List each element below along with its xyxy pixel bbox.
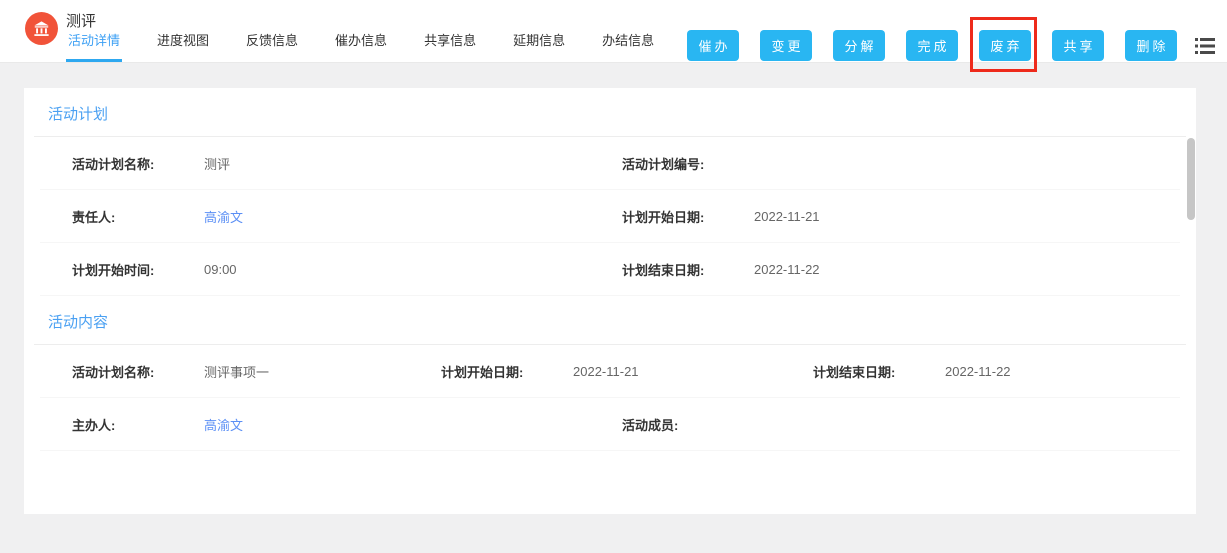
complete-button[interactable]: 完成 xyxy=(906,30,958,61)
field-label: 计划开始日期: xyxy=(622,209,705,225)
field-label: 主办人: xyxy=(72,417,116,433)
field-value: 2022-11-22 xyxy=(945,363,1011,379)
section-activity-content: 活动内容 活动计划名称: 测评事项一 计划开始日期: 2022-11-21 计划… xyxy=(24,296,1196,451)
tab-urge-info[interactable]: 催办信息 xyxy=(333,22,389,62)
tab-progress-view[interactable]: 进度视图 xyxy=(155,22,211,62)
app-logo xyxy=(25,12,58,45)
tab-activity-details[interactable]: 活动详情 xyxy=(66,22,123,62)
field-activity-plan-number: 活动计划编号: xyxy=(622,154,1180,173)
bank-icon xyxy=(34,21,49,36)
field-label: 活动计划编号: xyxy=(622,156,705,172)
tab-feedback-info[interactable]: 反馈信息 xyxy=(244,22,300,62)
person-link[interactable]: 高渝文 xyxy=(204,415,243,434)
section-title: 活动计划 xyxy=(34,88,1186,137)
detail-panel: 活动计划 活动计划名称: 测评 活动计划编号: 责任人: 高渝文 计划开始日期:… xyxy=(24,88,1196,514)
tab-share-info[interactable]: 共享信息 xyxy=(422,22,478,62)
field-plan-start-time: 计划开始时间: 09:00 xyxy=(72,260,622,279)
discard-button-wrapper: 废弃 xyxy=(970,17,1037,72)
change-button[interactable]: 变更 xyxy=(760,30,812,61)
field-label: 计划开始时间: xyxy=(72,262,155,278)
field-value: 测评事项一 xyxy=(204,364,270,380)
field-label: 活动计划名称: xyxy=(72,364,155,380)
field-label: 计划开始日期: xyxy=(441,364,524,380)
person-link[interactable]: 高渝文 xyxy=(204,207,243,226)
share-button[interactable]: 共享 xyxy=(1052,30,1104,61)
form-row: 活动计划名称: 测评 活动计划编号: xyxy=(40,137,1180,190)
field-label: 计划结束日期: xyxy=(813,364,896,380)
field-label: 活动计划名称: xyxy=(72,156,155,172)
field-activity-item-name: 活动计划名称: 测评事项一 xyxy=(72,362,441,381)
form-row: 责任人: 高渝文 计划开始日期: 2022-11-21 xyxy=(40,190,1180,243)
field-activity-members: 活动成员: xyxy=(622,415,1180,434)
form-row: 计划开始时间: 09:00 计划结束日期: 2022-11-22 xyxy=(40,243,1180,296)
field-organizer: 主办人: 高渝文 xyxy=(72,415,622,434)
list-menu-icon[interactable] xyxy=(1195,37,1215,55)
tab-delay-info[interactable]: 延期信息 xyxy=(511,22,567,62)
form-row: 主办人: 高渝文 活动成员: xyxy=(40,398,1180,451)
field-label: 活动成员: xyxy=(622,417,679,433)
field-plan-end-date: 计划结束日期: 2022-11-22 xyxy=(622,260,1180,279)
field-value: 09:00 xyxy=(204,261,237,277)
scrollbar-thumb[interactable] xyxy=(1187,138,1195,220)
form-row: 活动计划名称: 测评事项一 计划开始日期: 2022-11-21 计划结束日期:… xyxy=(40,345,1180,398)
field-item-start-date: 计划开始日期: 2022-11-21 xyxy=(441,362,813,381)
field-value: 2022-11-21 xyxy=(754,208,820,224)
tab-bar: 活动详情 进度视图 反馈信息 催办信息 共享信息 延期信息 办结信息 xyxy=(66,22,656,62)
field-value: 测评 xyxy=(204,156,231,172)
tab-completion-info[interactable]: 办结信息 xyxy=(600,22,656,62)
section-title: 活动内容 xyxy=(34,296,1186,345)
urge-button[interactable]: 催办 xyxy=(687,30,739,61)
field-label: 责任人: xyxy=(72,209,116,225)
header: 测评 活动详情 进度视图 反馈信息 催办信息 共享信息 延期信息 办结信息 催办… xyxy=(0,0,1227,72)
field-plan-start-date: 计划开始日期: 2022-11-21 xyxy=(622,207,1180,226)
field-item-end-date: 计划结束日期: 2022-11-22 xyxy=(813,362,1180,381)
field-label: 计划结束日期: xyxy=(622,262,705,278)
section-activity-plan: 活动计划 活动计划名称: 测评 活动计划编号: 责任人: 高渝文 计划开始日期:… xyxy=(24,88,1196,296)
field-responsible-person: 责任人: 高渝文 xyxy=(72,207,622,226)
decompose-button[interactable]: 分解 xyxy=(833,30,885,61)
field-value: 2022-11-21 xyxy=(573,363,639,379)
field-value: 2022-11-22 xyxy=(754,261,820,277)
field-activity-plan-name: 活动计划名称: 测评 xyxy=(72,154,622,173)
action-toolbar: 催办 变更 分解 完成 废弃 共享 删除 xyxy=(687,17,1215,72)
delete-button[interactable]: 删除 xyxy=(1125,30,1177,61)
discard-button[interactable]: 废弃 xyxy=(979,30,1031,61)
